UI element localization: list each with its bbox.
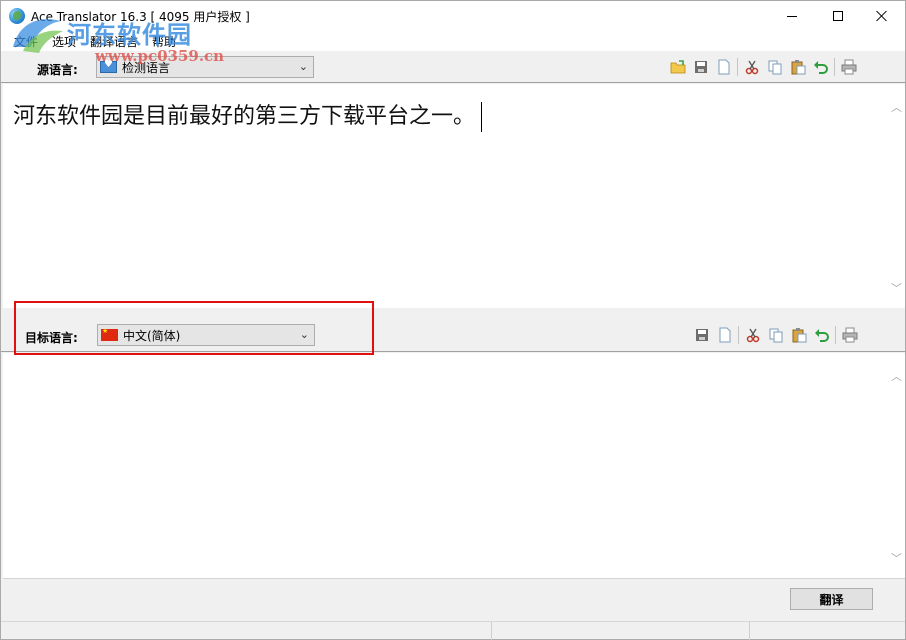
menu-bar: 文件 选项 翻译语言 帮助	[1, 31, 905, 51]
chevron-down-icon: ⌄	[298, 60, 308, 73]
menu-file[interactable]: 文件	[7, 31, 45, 51]
close-icon	[876, 10, 888, 22]
cut-icon	[746, 328, 759, 343]
source-language-label: 源语言:	[37, 63, 78, 77]
paste-icon	[792, 328, 806, 343]
copy-icon	[768, 60, 781, 75]
toolbar-separator	[737, 58, 738, 76]
title-bar[interactable]: Ace Translator 16.3 [ 4095 用户授权 ]	[1, 1, 905, 31]
maximize-button[interactable]	[815, 1, 861, 31]
new-document-icon	[718, 59, 729, 75]
minimize-icon	[787, 15, 797, 17]
action-bar: 翻译	[1, 580, 905, 620]
translate-button[interactable]: 翻译	[790, 588, 873, 610]
new-document-icon	[719, 327, 730, 343]
scroll-down-icon[interactable]: ﹀	[888, 279, 905, 296]
window-title: Ace Translator 16.3 [ 4095 用户授权 ]	[31, 10, 250, 24]
source-text-area[interactable]: 河东软件园是目前最好的第三方下载平台之一。 ︿ ﹀	[3, 84, 905, 308]
source-paste-button[interactable]	[786, 57, 809, 77]
undo-icon	[814, 329, 829, 342]
target-toolbar	[690, 325, 861, 345]
toolbar-separator	[835, 326, 836, 344]
toolbar-separator	[738, 326, 739, 344]
save-icon	[694, 61, 707, 73]
source-new-button[interactable]	[712, 57, 735, 77]
target-text-area[interactable]: ︿ ﹀	[3, 353, 905, 579]
scroll-up-icon[interactable]: ︿	[888, 367, 905, 384]
save-icon	[695, 329, 708, 341]
cut-icon	[745, 60, 758, 75]
close-button[interactable]	[859, 1, 905, 31]
minimize-button[interactable]	[769, 1, 815, 31]
source-print-button[interactable]	[837, 57, 860, 77]
source-language-select[interactable]: 检测语言 ⌄	[96, 56, 314, 78]
target-copy-button[interactable]	[764, 325, 787, 345]
open-folder-icon	[670, 60, 685, 74]
scroll-down-icon[interactable]: ﹀	[888, 549, 905, 566]
app-window: Ace Translator 16.3 [ 4095 用户授权 ] 河东软件园 …	[0, 0, 906, 640]
menu-help[interactable]: 帮助	[145, 31, 183, 51]
source-cut-button[interactable]	[740, 57, 763, 77]
maximize-icon	[833, 11, 843, 21]
detect-language-icon	[100, 59, 117, 73]
copy-icon	[769, 328, 782, 343]
source-text: 河东软件园是目前最好的第三方下载平台之一。	[13, 98, 483, 132]
target-paste-button[interactable]	[787, 325, 810, 345]
target-undo-button[interactable]	[810, 325, 833, 345]
paste-icon	[791, 60, 805, 75]
source-text-content: 河东软件园是目前最好的第三方下载平台之一。	[13, 104, 476, 129]
source-language-value: 检测语言	[122, 60, 171, 75]
target-save-button[interactable]	[690, 325, 713, 345]
target-print-button[interactable]	[838, 325, 861, 345]
source-open-button[interactable]	[666, 57, 689, 77]
target-new-button[interactable]	[713, 325, 736, 345]
globe-icon	[9, 8, 25, 24]
source-toolbar	[666, 57, 860, 77]
menu-options[interactable]: 选项	[45, 31, 83, 51]
highlight-annotation	[14, 301, 374, 355]
target-scrollbar[interactable]: ︿ ﹀	[888, 353, 905, 578]
source-save-button[interactable]	[689, 57, 712, 77]
toolbar-separator	[834, 58, 835, 76]
source-undo-button[interactable]	[809, 57, 832, 77]
scroll-up-icon[interactable]: ︿	[888, 98, 905, 115]
source-scrollbar[interactable]: ︿ ﹀	[888, 84, 905, 308]
source-language-bar: 源语言: 检测语言 ⌄	[1, 51, 905, 83]
status-bar	[1, 621, 905, 640]
text-caret	[481, 102, 483, 132]
undo-icon	[813, 61, 828, 74]
print-icon	[841, 59, 856, 75]
target-cut-button[interactable]	[741, 325, 764, 345]
status-cell	[749, 622, 905, 640]
menu-translate-language[interactable]: 翻译语言	[83, 31, 145, 51]
print-icon	[842, 327, 857, 343]
source-copy-button[interactable]	[763, 57, 786, 77]
